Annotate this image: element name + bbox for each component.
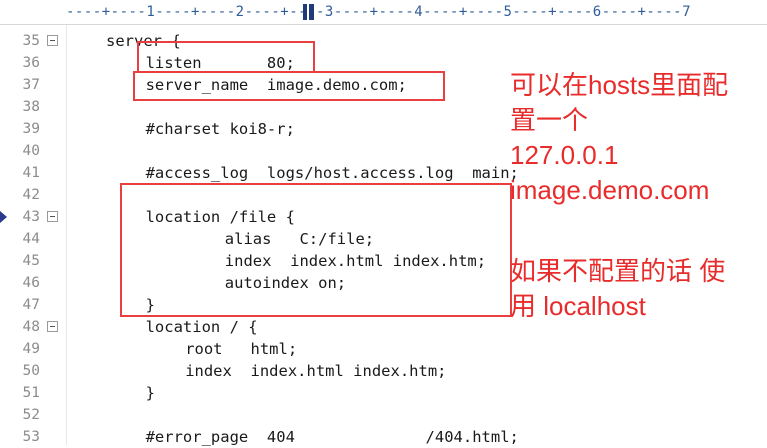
code-text: root html; — [185, 340, 298, 358]
column-ruler: ----+----1----+----2----+----3----+----4… — [0, 0, 767, 25]
line-number: 45 — [22, 253, 40, 269]
fold-toggle-icon[interactable] — [47, 321, 58, 332]
line-number: 40 — [22, 143, 40, 159]
line-number: 36 — [22, 55, 40, 71]
line-number: 37 — [22, 77, 40, 93]
code-line[interactable]: 50 index index.html index.htm; — [0, 360, 767, 382]
ruler-cursor-tick — [307, 4, 309, 20]
highlight-box-location-file — [120, 183, 512, 317]
line-number: 38 — [22, 99, 40, 115]
line-number: 50 — [22, 363, 40, 379]
line-number: 47 — [22, 297, 40, 313]
line-number: 52 — [22, 407, 40, 423]
line-number: 51 — [22, 385, 40, 401]
line-number: 35 — [22, 33, 40, 49]
line-number: 48 — [22, 319, 40, 335]
code-line[interactable]: 52 — [0, 404, 767, 426]
line-number: 39 — [22, 121, 40, 137]
line-number: 46 — [22, 275, 40, 291]
code-text: location / { — [145, 318, 258, 336]
fold-toggle-icon[interactable] — [47, 211, 58, 222]
highlight-box-server-name — [133, 71, 445, 101]
code-line[interactable]: 49 root html; — [0, 338, 767, 360]
line-number: 41 — [22, 165, 40, 181]
code-text: index index.html index.htm; — [185, 362, 447, 380]
ruler-scale: ----+----1----+----2----+----3----+----4… — [66, 4, 692, 20]
line-number: 44 — [22, 231, 40, 247]
code-text: } — [145, 384, 155, 402]
annotation-hosts-note: 可以在hosts里面配 置一个 127.0.0.1 image.demo.com — [510, 70, 729, 205]
line-number: 42 — [22, 187, 40, 203]
bookmark-arrow-icon — [0, 211, 7, 223]
line-number: 43 — [22, 209, 40, 225]
code-line[interactable]: 51} — [0, 382, 767, 404]
line-number: 49 — [22, 341, 40, 357]
code-text: #access_log logs/host.access.log main; — [145, 164, 519, 182]
annotation-localhost-note: 如果不配置的话 使 用 localhost — [510, 256, 726, 321]
code-line[interactable]: 35 server { — [0, 30, 767, 52]
fold-toggle-icon[interactable] — [47, 35, 58, 46]
code-text: #charset koi8-r; — [145, 120, 295, 138]
highlight-box-listen — [137, 41, 315, 73]
